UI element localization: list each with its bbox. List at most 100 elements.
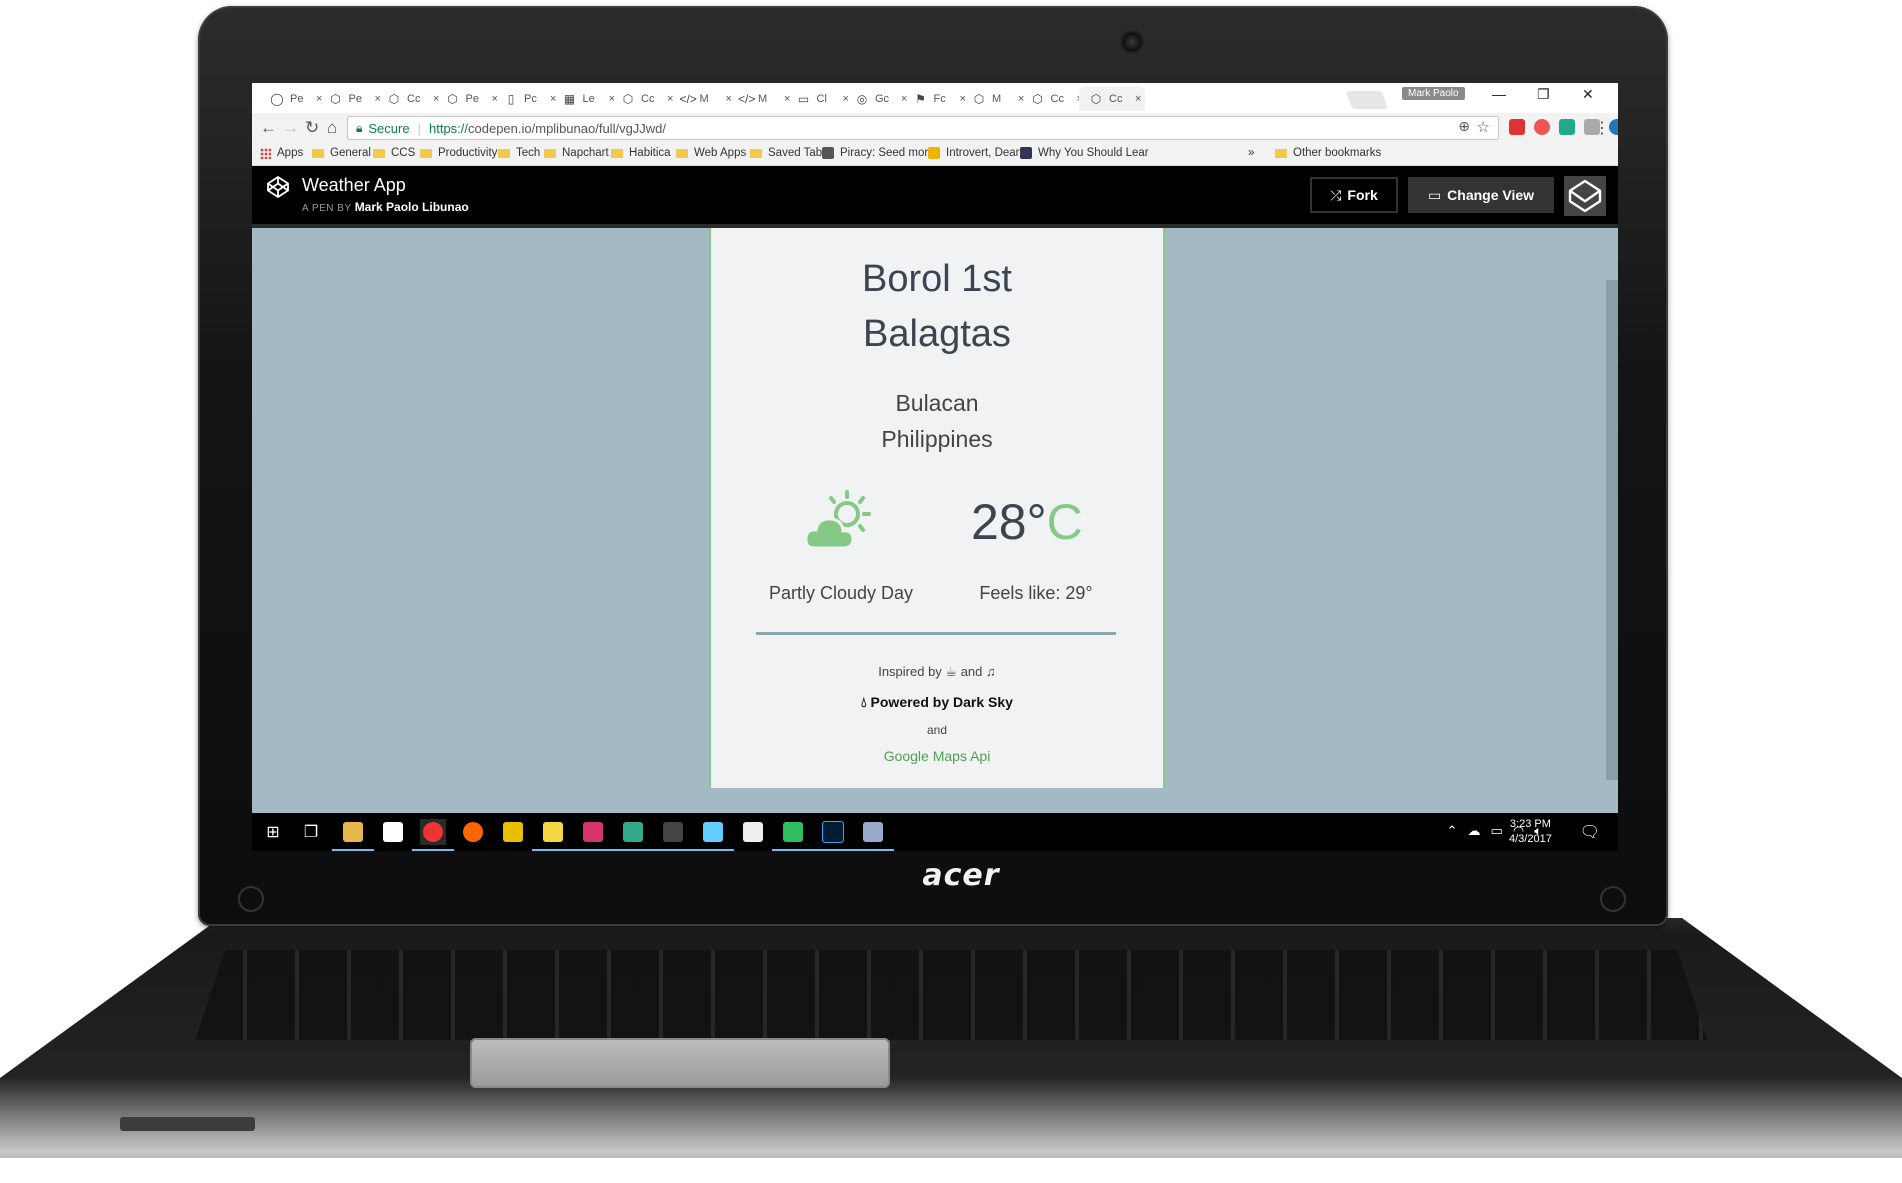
- forward-button[interactable]: →: [282, 118, 299, 138]
- firefox-icon[interactable]: [460, 819, 486, 845]
- browser-tab[interactable]: </> M ×: [670, 87, 736, 111]
- app-icon[interactable]: [612, 819, 654, 851]
- browser-tabstrip: ◯ Pe × ⬡ Pe × ⬡ Cc × ⬡ Pe × ▯ Pc × ▦ Le × ⬡ Cc × </> M × </> M × ▭ C…: [252, 83, 1618, 114]
- user-avatar[interactable]: [1564, 176, 1606, 216]
- browser-tab[interactable]: </> M ×: [728, 87, 794, 111]
- browser-tab[interactable]: ▦ Le ×: [553, 87, 619, 111]
- country-name: Philippines: [881, 426, 993, 452]
- sticky-notes-icon[interactable]: [532, 819, 574, 851]
- bookmark-item[interactable]: General: [312, 147, 371, 159]
- browser-tab[interactable]: ⬡Cc×: [377, 87, 443, 111]
- app-icon[interactable]: [692, 819, 734, 851]
- start-windows-icon[interactable]: ⊞: [260, 819, 286, 845]
- bookmark-label: CCS: [391, 147, 416, 159]
- action-center-icon[interactable]: 🗨︎: [1580, 822, 1600, 842]
- calculator-icon[interactable]: [740, 819, 766, 845]
- browser-tab[interactable]: ⬡ Pe ×: [436, 87, 502, 111]
- bookmark-item[interactable]: Napchart: [544, 147, 609, 159]
- bookmark-item[interactable]: Piracy: Seed more: [822, 147, 935, 159]
- task-view-icon[interactable]: ❐: [298, 819, 324, 845]
- bookmark-item[interactable]: Apps: [260, 147, 303, 159]
- taskbar-clock[interactable]: 3:23 PM 4/3/2017: [1509, 817, 1552, 847]
- folder-icon: [373, 148, 385, 158]
- other-bookmarks[interactable]: Other bookmarks: [1275, 147, 1381, 159]
- codepen-icon: ⬡: [1090, 92, 1102, 106]
- temperature-unit-toggle[interactable]: C: [1047, 494, 1083, 550]
- bookmark-item[interactable]: Web Apps: [676, 147, 746, 159]
- tab-title: Gc: [875, 93, 890, 105]
- location-target-icon[interactable]: ⊕: [1458, 118, 1470, 135]
- codepen-logo-icon[interactable]: [266, 175, 290, 199]
- extension-icon[interactable]: [1509, 119, 1525, 135]
- evernote-icon[interactable]: [772, 819, 814, 851]
- browser-tab[interactable]: ⚑ Fc ×: [904, 87, 970, 111]
- browser-tab[interactable]: ▭ Cl ×: [787, 87, 853, 111]
- bookmark-item[interactable]: Productivity: [420, 147, 497, 159]
- bookmarks-overflow-button[interactable]: »: [1248, 147, 1254, 159]
- page-scrollbar[interactable]: [1606, 280, 1618, 780]
- browser-tab[interactable]: ◎ Gc ×: [845, 87, 911, 111]
- extension-icon[interactable]: [1609, 119, 1618, 135]
- webcam: [1122, 32, 1142, 52]
- tab-title: Cc: [407, 93, 421, 105]
- close-window-button[interactable]: ✕: [1582, 86, 1594, 103]
- city-name-line1: Borol 1st: [862, 258, 1012, 300]
- pen-author-link[interactable]: Mark Paolo Libunao: [355, 200, 469, 214]
- minimize-button[interactable]: —: [1492, 86, 1506, 102]
- chrome-icon[interactable]: [412, 819, 454, 851]
- battery-icon[interactable]: ▭: [1491, 823, 1503, 839]
- browser-tab[interactable]: ⬡Cc×: [611, 87, 677, 111]
- app-icon[interactable]: [572, 819, 614, 851]
- folder-icon: [1275, 148, 1287, 158]
- chart-icon: ▭: [797, 92, 810, 106]
- codepen-icon: ⬡: [388, 92, 400, 106]
- browser-tab[interactable]: ⬡ Pe ×: [319, 87, 385, 111]
- bookmark-item[interactable]: Introvert, Dear: [928, 147, 1020, 159]
- store-icon[interactable]: [380, 819, 406, 845]
- paint-icon[interactable]: [852, 819, 894, 851]
- browser-tab[interactable]: ⬡ M ×: [962, 87, 1028, 111]
- bookmark-item[interactable]: CCS: [373, 147, 415, 159]
- file-explorer-icon[interactable]: [332, 819, 374, 851]
- browser-tab[interactable]: ⬡Cc×: [1079, 87, 1145, 111]
- browser-menu-icon[interactable]: ⋮: [1594, 118, 1610, 138]
- tab-title: Cc: [641, 93, 655, 105]
- cloud-icon[interactable]: ☁: [1468, 823, 1481, 839]
- change-view-button[interactable]: ▭ Change View: [1408, 177, 1554, 213]
- chrome-icon: ◎: [856, 92, 868, 106]
- app-icon[interactable]: [500, 819, 526, 845]
- address-bar[interactable]: 🔒︎ Secure | https:// codepen.io/mplibuna…: [347, 116, 1499, 140]
- google-maps-api-link[interactable]: Google Maps Api: [711, 748, 1163, 764]
- extension-icon[interactable]: [1534, 119, 1550, 135]
- photoshop-icon[interactable]: [812, 819, 854, 851]
- tab-close-icon[interactable]: ×: [1135, 93, 1141, 105]
- restore-button[interactable]: ❐: [1537, 86, 1550, 103]
- browser-tab[interactable]: ⬡Cc×: [1021, 87, 1087, 111]
- bookmark-item[interactable]: Saved Tabs: [750, 147, 828, 159]
- browser-tab[interactable]: ◯ Pe ×: [260, 87, 326, 111]
- home-button[interactable]: ⌂: [327, 118, 337, 138]
- powered-by-label: Powered by Dark Sky: [870, 694, 1013, 710]
- weather-card: Borol 1st Balagtas Bulacan Philippines 2…: [709, 228, 1165, 788]
- omnibox-separator: |: [417, 120, 421, 136]
- new-tab-button[interactable]: [1345, 91, 1389, 109]
- sublime-text-icon[interactable]: [652, 819, 694, 851]
- bookmark-item[interactable]: Habitica: [611, 147, 671, 159]
- browser-tab[interactable]: ▯ Pc ×: [494, 87, 560, 111]
- bookmark-star-icon[interactable]: ☆: [1477, 118, 1490, 136]
- bookmark-label: Apps: [277, 147, 304, 159]
- bookmark-label: Napchart: [562, 147, 609, 159]
- lock-icon: 🔒︎: [356, 120, 363, 135]
- back-button[interactable]: ←: [260, 118, 277, 138]
- codepen-icon: ⬡: [330, 92, 341, 106]
- powered-by-dark-sky-link[interactable]: 💧︎ Powered by Dark Sky: [711, 694, 1163, 711]
- extension-icon[interactable]: [1559, 119, 1575, 135]
- bookmark-item[interactable]: Why You Should Lear: [1020, 147, 1149, 159]
- chevron-up-icon[interactable]: ⌃: [1447, 823, 1458, 839]
- reload-button[interactable]: ↻: [305, 118, 319, 138]
- fork-button[interactable]: ⤮ Fork: [1310, 177, 1398, 213]
- codepen-icon: ⬡: [447, 92, 458, 106]
- bookmark-item[interactable]: Tech: [498, 147, 540, 159]
- site-favicon-icon: [822, 147, 834, 159]
- profile-chip[interactable]: Mark Paolo: [1402, 87, 1465, 100]
